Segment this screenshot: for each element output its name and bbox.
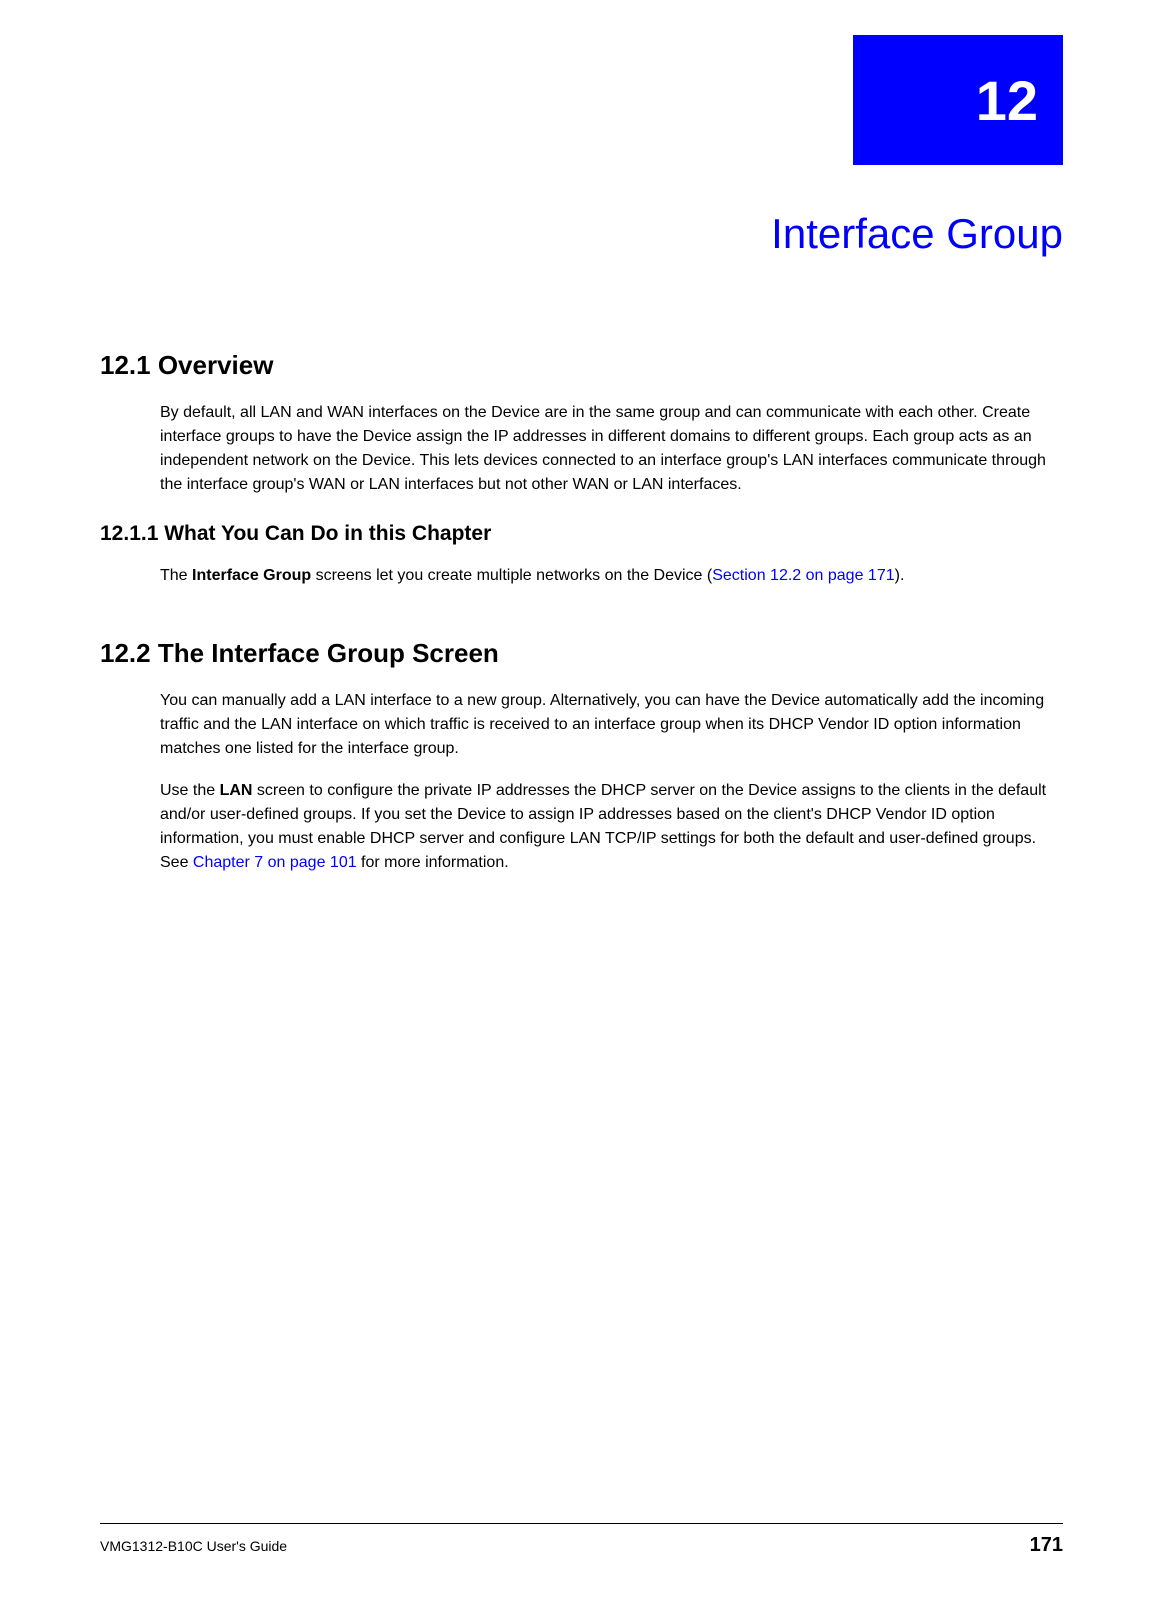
text-prefix-2: Use the — [160, 782, 220, 799]
text-suffix: ). — [895, 567, 905, 584]
subsection-heading-12-1-1: 12.1.1 What You Can Do in this Chapter — [100, 522, 1063, 546]
chapter-number: 12 — [976, 68, 1038, 133]
section-12-1-body: By default, all LAN and WAN interfaces o… — [160, 401, 1063, 497]
text-bold-lan: LAN — [220, 782, 253, 799]
page-container: CHAPTER 12 Interface Group 12.1 Overview… — [0, 0, 1163, 1597]
page-footer: VMG1312-B10C User's Guide 171 — [100, 1523, 1063, 1557]
section-12-1-1-body: The Interface Group screens let you crea… — [160, 564, 1063, 588]
section-heading-12-1: 12.1 Overview — [100, 350, 1063, 381]
link-chapter-7[interactable]: Chapter 7 on page 101 — [193, 854, 357, 871]
text-prefix: The — [160, 567, 192, 584]
text-bold-interface-group: Interface Group — [192, 567, 311, 584]
section-12-2-body-1: You can manually add a LAN interface to … — [160, 689, 1063, 761]
chapter-label: CHAPTER — [100, 80, 183, 98]
section-heading-12-2: 12.2 The Interface Group Screen — [100, 638, 1063, 669]
section-12-2-body-2: Use the LAN screen to configure the priv… — [160, 779, 1063, 875]
chapter-title: Interface Group — [771, 210, 1063, 258]
text-mid: screens let you create multiple networks… — [311, 567, 712, 584]
footer-guide-name: VMG1312-B10C User's Guide — [100, 1538, 287, 1554]
content-area: 12.1 Overview By default, all LAN and WA… — [100, 320, 1063, 893]
chapter-number-box: 12 — [853, 35, 1063, 165]
link-section-12-2[interactable]: Section 12.2 on page 171 — [712, 567, 894, 584]
footer-page-number: 171 — [1030, 1534, 1063, 1557]
text-suffix-2: for more information. — [357, 854, 509, 871]
